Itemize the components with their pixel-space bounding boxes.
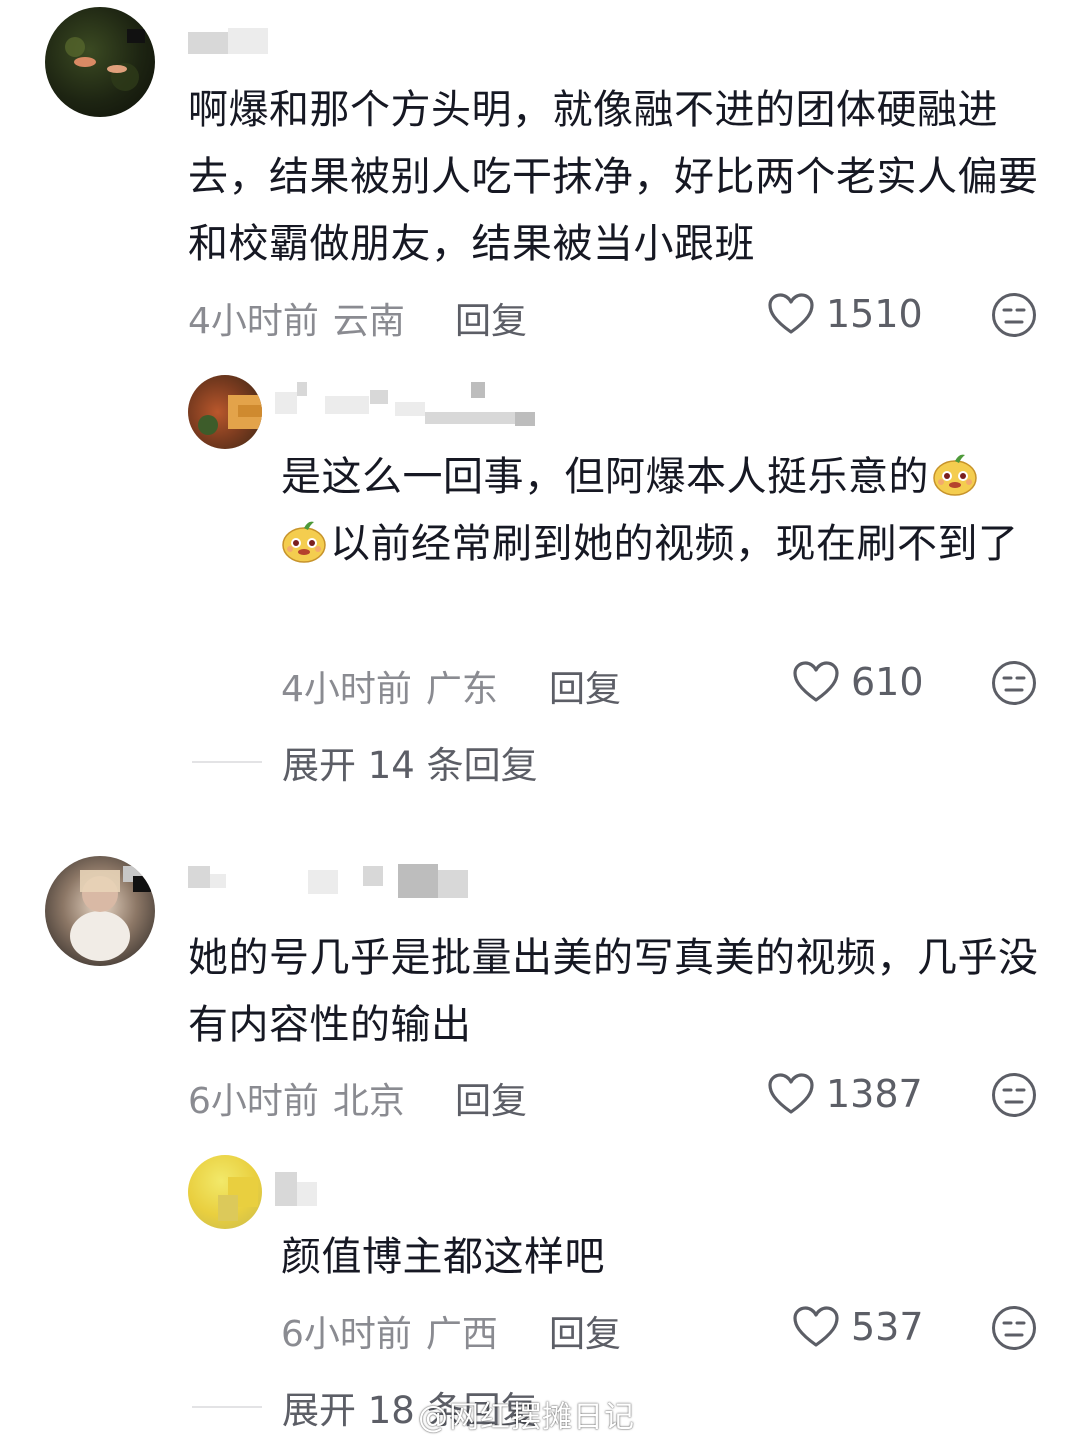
divider-line [192, 1406, 262, 1408]
comment-time: 6小时前 [188, 1081, 319, 1122]
heart-outline-icon [793, 1306, 839, 1347]
reply-text: 是这么一回事，但阿爆本人挺乐意的以前经常刷到她的视频，现在刷不到了 [281, 444, 1041, 578]
avatar[interactable] [45, 856, 155, 966]
meh-face-icon[interactable] [991, 292, 1037, 338]
reply-button[interactable]: 回复 [455, 1072, 527, 1124]
expand-replies-label: 展开 14 条回复 [282, 744, 538, 787]
heart-outline-icon [793, 661, 839, 702]
mango-sticker-emoji [933, 454, 977, 496]
heart-outline-icon [768, 1073, 814, 1114]
username-blurred[interactable] [275, 1172, 355, 1212]
reply-time: 6小时前 [281, 1314, 412, 1355]
like-count: 1510 [826, 292, 923, 336]
comment-meta: 6小时前 北京 [188, 1072, 405, 1124]
like-button[interactable]: 610 [793, 660, 924, 704]
reply-button[interactable]: 回复 [455, 292, 527, 344]
comment-text: 啊爆和那个方头明，就像融不进的团体硬融进去，结果被别人吃干抹净，好比两个老实人偏… [188, 87, 1039, 267]
like-button[interactable]: 1387 [768, 1072, 923, 1116]
reply-time: 4小时前 [281, 669, 412, 710]
reply-button[interactable]: 回复 [549, 660, 621, 712]
divider-line [192, 761, 262, 763]
reply-button[interactable]: 回复 [549, 1305, 621, 1357]
comment-meta: 4小时前 云南 [188, 292, 405, 344]
reply-meta: 6小时前 广西 [281, 1305, 498, 1357]
like-button[interactable]: 537 [793, 1305, 924, 1349]
like-count: 1387 [826, 1072, 923, 1116]
reply-text-part: 以前经常刷到她的视频，现在刷不到了 [330, 521, 1019, 567]
username-blurred[interactable] [188, 860, 478, 910]
watermark: @网红摆摊日记 [418, 1400, 635, 1435]
comment-text: 她的号几乎是批量出美的写真美的视频，几乎没有内容性的输出 [188, 935, 1039, 1048]
comment-region: 云南 [332, 301, 405, 342]
username-blurred[interactable] [275, 382, 545, 432]
like-count: 610 [851, 660, 924, 704]
avatar[interactable] [45, 7, 155, 117]
reply-text: 颜值博主都这样吧 [281, 1234, 605, 1280]
reply-region: 广西 [425, 1314, 498, 1355]
meh-face-icon[interactable] [991, 660, 1037, 706]
meh-face-icon[interactable] [991, 1305, 1037, 1351]
comment-time: 4小时前 [188, 301, 319, 342]
heart-outline-icon [768, 293, 814, 334]
reply-meta: 4小时前 广东 [281, 660, 498, 712]
avatar[interactable] [188, 375, 262, 449]
comment-region: 北京 [332, 1081, 405, 1122]
username-blurred[interactable] [188, 28, 278, 58]
like-button[interactable]: 1510 [768, 292, 923, 336]
reply-text-part: 是这么一回事，但阿爆本人挺乐意的 [281, 454, 929, 500]
avatar[interactable] [188, 1155, 262, 1229]
meh-face-icon[interactable] [991, 1072, 1037, 1118]
reply-region: 广东 [425, 669, 498, 710]
expand-replies-button[interactable]: 展开 14 条回复 [192, 735, 538, 789]
like-count: 537 [851, 1305, 924, 1349]
mango-sticker-emoji [282, 521, 326, 563]
